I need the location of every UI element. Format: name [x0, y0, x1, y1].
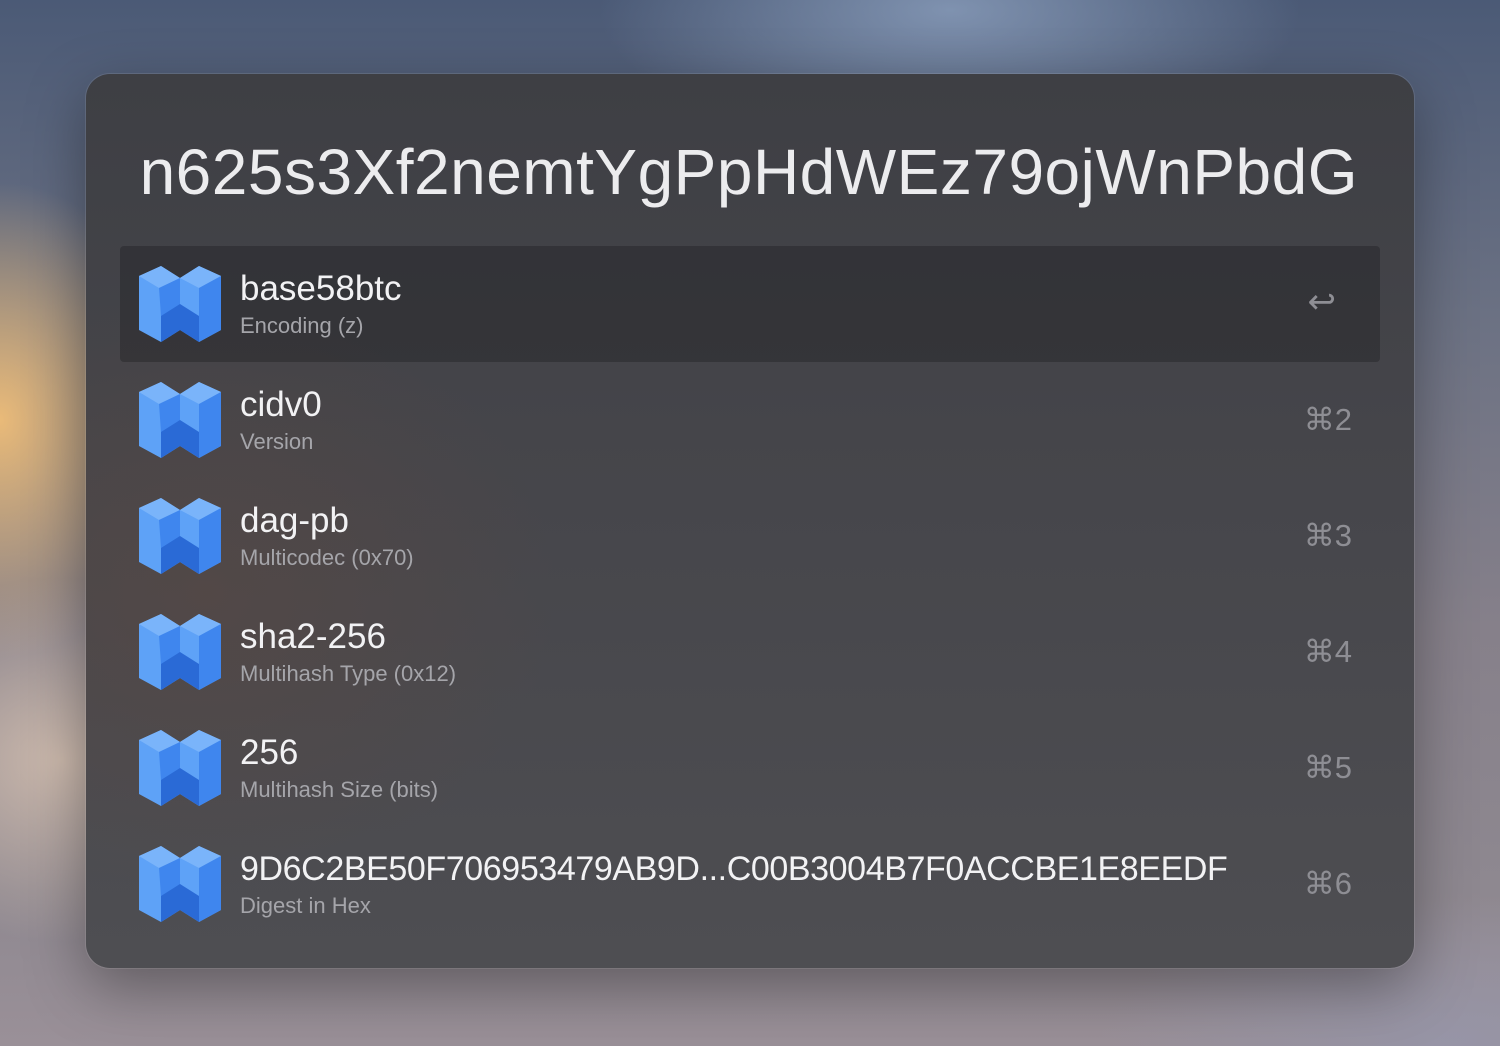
- launcher-window: QmdfTbBqBPQ7VNxZEYEj14VmRuZBkqFbiwReogJg…: [86, 74, 1414, 968]
- result-row[interactable]: base58btc Encoding (z) ↩: [120, 246, 1380, 362]
- result-title: sha2-256: [240, 617, 386, 656]
- result-title: 9D6C2BE50F706953479AB9D...C00B3004B7F0AC…: [240, 850, 1228, 888]
- result-subtitle: Encoding (z): [240, 313, 364, 338]
- result-title: dag-pb: [240, 501, 349, 540]
- multiformats-logo-icon: [139, 614, 221, 690]
- result-title: 256: [240, 733, 299, 772]
- result-row[interactable]: sha2-256 Multihash Type (0x12) ⌘4: [120, 594, 1380, 710]
- shortcut-hint: ⌘4: [1303, 634, 1352, 669]
- enter-key-icon: ↩: [1307, 283, 1337, 321]
- result-row[interactable]: cidv0 Version ⌘2: [120, 362, 1380, 478]
- result-subtitle: Multicodec (0x70): [240, 545, 414, 570]
- result-subtitle: Multihash Type (0x12): [240, 661, 457, 686]
- search-input[interactable]: QmdfTbBqBPQ7VNxZEYEj14VmRuZBkqFbiwReogJg…: [136, 130, 1358, 214]
- result-subtitle: Version: [240, 429, 314, 454]
- result-row[interactable]: 256 Multihash Size (bits) ⌘5: [120, 710, 1380, 826]
- multiformats-logo-icon: [139, 382, 221, 458]
- multiformats-logo-icon: [139, 846, 221, 922]
- search-query-text: QmdfTbBqBPQ7VNxZEYEj14VmRuZBkqFbiwReogJg…: [136, 136, 1358, 208]
- result-subtitle: Multihash Size (bits): [240, 777, 439, 802]
- multiformats-logo-icon: [139, 498, 221, 574]
- multiformats-logo-icon: [139, 266, 221, 342]
- result-subtitle: Digest in Hex: [240, 893, 371, 918]
- shortcut-hint: ⌘2: [1303, 402, 1352, 437]
- result-row[interactable]: dag-pb Multicodec (0x70) ⌘3: [120, 478, 1380, 594]
- multiformats-logo-icon: [139, 730, 221, 806]
- result-row[interactable]: 9D6C2BE50F706953479AB9D...C00B3004B7F0AC…: [120, 826, 1380, 942]
- shortcut-hint: ⌘5: [1303, 750, 1352, 785]
- shortcut-hint: ⌘6: [1303, 866, 1352, 901]
- result-title: base58btc: [240, 269, 402, 308]
- shortcut-hint: ⌘3: [1303, 518, 1352, 553]
- results-list: base58btc Encoding (z) ↩ cidv0 Version ⌘…: [120, 246, 1380, 942]
- result-title: cidv0: [240, 385, 322, 424]
